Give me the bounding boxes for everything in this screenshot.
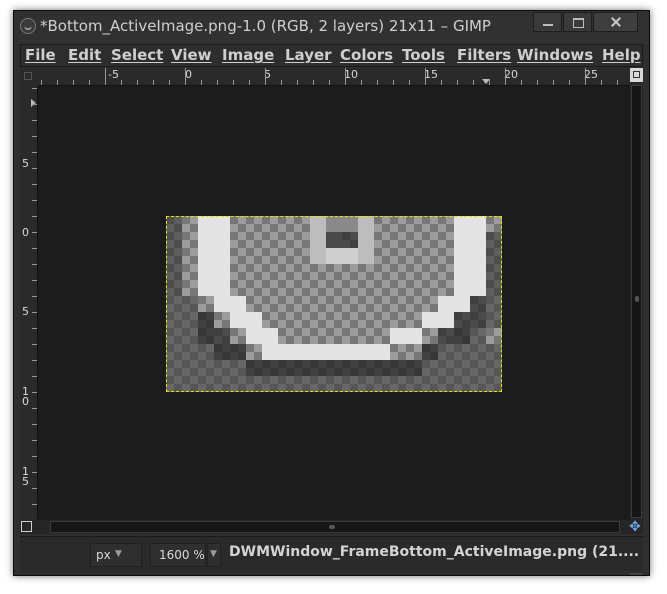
ruler-label: 10	[344, 68, 358, 81]
zoom-input[interactable]: 1600 %	[150, 543, 206, 567]
pointer-position-marker	[31, 99, 36, 107]
ruler-tick	[345, 68, 346, 85]
menu-view[interactable]: View	[171, 46, 212, 64]
minimize-icon[interactable]	[533, 12, 562, 32]
menu-layer[interactable]: Layer	[285, 46, 332, 64]
menu-image[interactable]: Image	[222, 46, 274, 64]
image-layer[interactable]	[166, 216, 502, 392]
status-bar: px ▼ 1600 % ▼ DWMWindow_FrameBottom_Acti…	[20, 536, 643, 571]
ruler-label: 1 5	[22, 465, 29, 488]
horizontal-scroll-row: ✥	[20, 520, 643, 534]
ruler-label: 1 0	[22, 385, 29, 408]
ruler-label: -5	[108, 68, 119, 81]
resize-grip-icon[interactable]	[630, 570, 642, 575]
ruler-tick	[185, 68, 186, 85]
ruler-tick	[105, 68, 106, 85]
horizontal-scroll-thumb[interactable]	[329, 525, 335, 529]
image-pixels[interactable]	[166, 216, 502, 392]
menu-tools[interactable]: Tools	[402, 46, 445, 64]
ruler-label: 0	[185, 68, 192, 81]
image-canvas[interactable]	[38, 86, 630, 520]
ruler-label: 5	[22, 157, 29, 170]
quick-mask-icon[interactable]	[21, 521, 32, 532]
ruler-label: 5	[22, 305, 29, 318]
window-title: *Bottom_ActiveImage.png-1.0 (RGB, 2 laye…	[40, 17, 491, 35]
zoom-dropdown-button[interactable]: ▼	[207, 543, 221, 567]
maximize-icon[interactable]	[563, 12, 592, 32]
zoom-toggle-icon[interactable]	[630, 68, 643, 82]
vertical-scroll-thumb[interactable]	[635, 296, 639, 302]
horizontal-scrollbar[interactable]	[50, 521, 620, 533]
close-icon[interactable]	[593, 12, 638, 32]
vertical-scrollbar[interactable]	[630, 68, 643, 520]
menu-help[interactable]: Help	[602, 46, 641, 64]
unit-value: px	[96, 548, 111, 562]
menu-file[interactable]: File	[25, 46, 56, 64]
navigate-icon[interactable]: ✥	[628, 520, 642, 534]
ruler-label: 0	[22, 226, 29, 239]
menu-colors[interactable]: Colors	[340, 46, 393, 64]
menu-select[interactable]: Select	[111, 46, 163, 64]
menu-edit[interactable]: Edit	[68, 46, 101, 64]
horizontal-ruler[interactable]: -5 0 5 10 15 20 25	[38, 68, 630, 86]
ruler-tick	[585, 68, 586, 85]
quick-mask-corner-icon[interactable]	[20, 68, 38, 86]
ruler-label: 20	[504, 68, 518, 81]
ruler-label: 15	[424, 68, 438, 81]
status-message: DWMWindow_FrameBottom_ActiveImage.png (2…	[229, 544, 640, 560]
vertical-scroll-trough[interactable]	[631, 85, 642, 518]
ruler-tick	[425, 68, 426, 85]
chevron-down-icon: ▼	[210, 549, 217, 559]
unit-dropdown[interactable]: px ▼	[90, 543, 142, 567]
menu-filters[interactable]: Filters	[457, 46, 511, 64]
gimp-image-window: *Bottom_ActiveImage.png-1.0 (RGB, 2 laye…	[13, 10, 650, 576]
chevron-down-icon: ▼	[115, 549, 122, 559]
ruler-label: 25	[584, 68, 598, 81]
ruler-tick	[505, 68, 506, 85]
ruler-tick	[265, 68, 266, 85]
gimp-app-icon[interactable]	[20, 18, 36, 34]
zoom-value: 1600 %	[159, 548, 205, 562]
vertical-ruler[interactable]: 5 0 5 1 0 1 5	[20, 86, 38, 520]
menu-windows[interactable]: Windows	[517, 46, 593, 64]
menu-bar: File Edit Select View Image Layer Colors…	[20, 44, 643, 67]
title-bar[interactable]: *Bottom_ActiveImage.png-1.0 (RGB, 2 laye…	[14, 11, 649, 44]
